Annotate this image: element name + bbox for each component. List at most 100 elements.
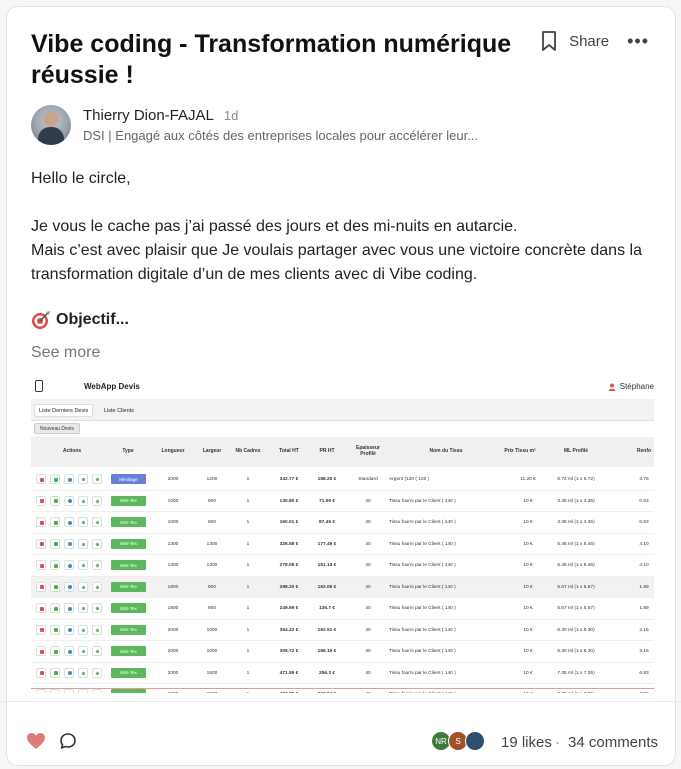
cell-ep: Standard [358, 477, 378, 482]
row-action-del-icon [36, 624, 46, 635]
row-action-dup-icon [64, 581, 74, 592]
type-badge: Mini-Tex [111, 689, 146, 693]
heart-icon[interactable] [26, 732, 46, 750]
column-header: Longueur [161, 448, 185, 454]
more-icon[interactable]: ••• [627, 32, 649, 50]
cell-ml: 5.67 ml (1 x 5.67) [557, 584, 595, 590]
cell-largeur: 600 [207, 498, 217, 504]
column-header: Prix Tissu m² [504, 448, 536, 454]
cell-pr: 166.15 € [317, 649, 337, 654]
row-action-g2-icon [92, 517, 102, 527]
user-icon [608, 383, 616, 391]
type-badge: Mini-Tex [111, 603, 146, 613]
cell-ep: 40 [365, 606, 371, 611]
cell-ml: 3.36 ml (1 x 3.36) [557, 520, 595, 525]
cell-tissu: Tissu fourni par le Client ( 140 ) [389, 670, 456, 676]
cell-prix: 10 € [523, 670, 533, 676]
cell-pr: 188.20 € [317, 477, 337, 482]
table-row: Miroitage 2000 1200 1 342.77 € 188.20 € Standa… [31, 469, 654, 491]
row-action-g2-icon [92, 560, 102, 570]
row-action-del-icon [36, 646, 46, 656]
row-action-g1-icon [78, 474, 88, 484]
table-row: Mini-Tex 2000 1500 1 471.59 € 256.3 € 40 Tissu … [31, 663, 654, 684]
row-action-g2-icon [92, 495, 102, 506]
embedded-screenshot[interactable]: WebApp Devis Stéphane Liste Derniers Dev… [31, 375, 654, 693]
tab-devis: Liste Derniers Devis [34, 404, 94, 417]
post-body: Hello le circle, Je vous le cache pas j’… [31, 167, 651, 287]
cell-prix: 10 € [523, 606, 533, 611]
cell-pr: 192.51 € [317, 627, 337, 633]
table-row: Mini-Tex 1300 1300 1 278.08 € 151.13 € 40 Tissu… [31, 555, 654, 577]
user-name: Stéphane [619, 382, 654, 391]
cell-largeur: 1000 [206, 649, 218, 654]
row-action-g2-icon [92, 581, 102, 592]
cell-total: 326.58 € [279, 541, 299, 547]
cell-total: 471.59 € [279, 670, 299, 676]
cell-cadres: 1 [246, 627, 250, 633]
comment-icon[interactable] [59, 732, 77, 750]
row-action-del-icon [36, 560, 46, 570]
share-button[interactable]: Share [569, 33, 609, 50]
cell-ep: 40 [365, 584, 371, 590]
cell-cadres: 1 [246, 584, 250, 590]
post-footer: NR S 19 likes · 34 comments [24, 725, 660, 755]
cell-cadres: 1 [247, 692, 250, 693]
cell-cadres: 1 [246, 649, 250, 654]
author-name[interactable]: Thierry Dion-FAJAL [83, 107, 214, 124]
row-action-g1-icon [78, 538, 88, 549]
cell-ep: 40 [365, 627, 371, 633]
row-action-edit-icon [50, 603, 60, 613]
post-actions: Share ••• [541, 31, 649, 51]
cell-tissu: Tissu fourni par le Client ( 140 ) [389, 692, 456, 693]
bookmark-icon[interactable] [541, 31, 557, 51]
see-more-link[interactable]: See more [31, 344, 100, 362]
avatar[interactable] [31, 105, 71, 145]
row-action-del-icon [36, 667, 46, 678]
type-badge: Mini-Tex [111, 581, 146, 592]
cell-cadres: 1 [246, 670, 250, 676]
type-badge: Mini-Tex [111, 495, 146, 506]
cell-total: 130.80 € [279, 498, 299, 504]
cell-tissu: Tissu fourni par le Client ( 140 ) [389, 541, 456, 547]
cell-total: 423.09 € [280, 692, 299, 693]
app-title: WebApp Devis [84, 382, 140, 391]
new-quote-button: Nouveau Devis [34, 423, 80, 434]
row-action-g1-icon [78, 646, 88, 656]
cell-ml: 7.35 ml (1 x 7.35) [557, 670, 595, 676]
cell-ml: 6.30 ml (1 x 6.30) [557, 649, 595, 654]
table-row: Mini-Tex 1800 900 1 249.69 € 135.7 € 40 Tissu f… [31, 598, 654, 620]
row-action-del-icon [36, 581, 46, 592]
row-action-g2-icon [92, 646, 102, 656]
row-action-g1-icon [78, 495, 88, 506]
cell-ml: 7.35 ml (1 x 7.35) [557, 692, 594, 693]
cell-pr: 87.45 € [318, 520, 336, 525]
comments-count[interactable]: 34 comments [568, 734, 658, 751]
cell-longueur: 2000 [167, 649, 179, 654]
cell-pr: 135.7 € [318, 606, 336, 611]
cell-largeur: 1300 [206, 541, 218, 547]
cell-largeur: 1000 [206, 627, 218, 633]
cell-tissu: Tissu fourni par le Client ( 140 ) [389, 584, 456, 590]
cell-ml: 5.46 ml (1 x 5.46) [557, 563, 595, 568]
row-action-edit-icon [50, 689, 60, 693]
type-badge: Miroitage [111, 474, 146, 484]
row-action-g2-icon [92, 624, 102, 635]
cell-renfo: 1.89 [639, 584, 649, 590]
row-action-edit-icon [50, 560, 60, 570]
column-header: Type [122, 448, 134, 454]
row-action-dup-icon [64, 667, 74, 678]
cell-total: 249.69 € [279, 606, 299, 611]
cell-largeur: 900 [207, 606, 217, 611]
row-action-g1-icon [78, 560, 88, 570]
cell-pr: 151.13 € [317, 563, 337, 568]
likes-count[interactable]: 19 likes [501, 734, 552, 751]
row-action-edit-icon [50, 581, 60, 592]
reactor-avatars[interactable]: NR S [431, 731, 485, 751]
row-action-dup-icon [64, 603, 74, 613]
cell-cadres: 1 [246, 541, 250, 547]
cell-longueur: 2000 [167, 477, 179, 482]
cell-tissu: Argent (120 ( 120 ) [389, 477, 430, 482]
row-action-dup-icon [64, 538, 74, 549]
cell-largeur: 1200 [206, 477, 218, 482]
cell-largeur: 1500 [207, 692, 218, 693]
